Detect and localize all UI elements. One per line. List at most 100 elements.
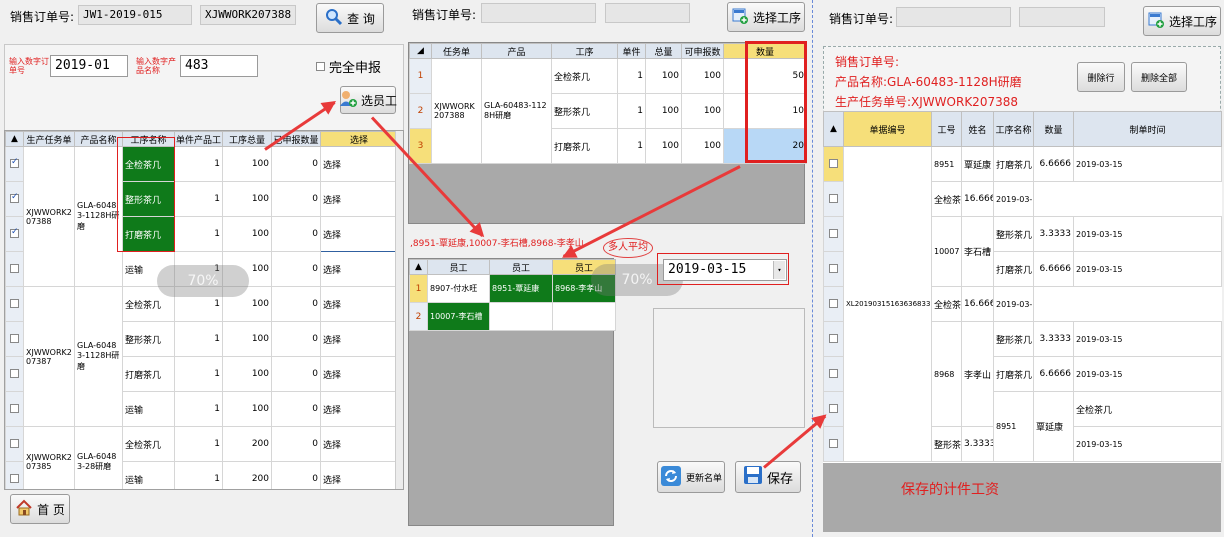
row-checkbox-cell[interactable] (5, 391, 24, 427)
row-selector-header: ▲ (5, 131, 24, 147)
col-proc-name: 工序名称 (993, 111, 1034, 147)
vertical-scrollbar[interactable] (395, 131, 403, 489)
process-cell[interactable]: 全检茶几 (122, 426, 175, 462)
row-checkbox-cell[interactable] (5, 216, 24, 252)
col-mid-unit: 单件 (617, 43, 646, 59)
row-checkbox-cell[interactable] (5, 181, 24, 217)
record-checkbox[interactable] (829, 194, 838, 203)
right-task-field[interactable] (1019, 7, 1105, 27)
order-number-field[interactable]: JW1-2019-015 (78, 5, 192, 25)
record-checkbox[interactable] (829, 159, 838, 168)
record-checkbox-cell[interactable] (823, 356, 844, 392)
row-checkbox-cell[interactable] (5, 251, 24, 287)
home-button[interactable]: 首 页 (10, 494, 70, 524)
row-checkbox-cell[interactable] (5, 356, 24, 392)
mid-task-field[interactable] (605, 3, 690, 23)
complete-checkbox[interactable] (316, 62, 325, 71)
record-checkbox-cell[interactable] (823, 426, 844, 462)
staff-row[interactable]: 2 10007-李石槽 (409, 302, 616, 331)
select-cell[interactable]: 选择 (320, 216, 398, 252)
product-input[interactable]: 483 (180, 55, 258, 77)
row-checkbox[interactable] (10, 334, 19, 343)
task-number-field[interactable]: XJWWORK207388 (200, 5, 296, 25)
select-cell[interactable]: 选择 (320, 286, 398, 322)
process-cell[interactable]: 运输 (122, 391, 175, 427)
col-product: 产品名称 (74, 131, 123, 147)
staff-cell[interactable]: 10007-李石槽 (427, 302, 490, 331)
select-cell[interactable]: 选择 (320, 251, 398, 287)
record-row[interactable]: XL20190315163636833 8951 覃延康 打磨茶几 6.6666 2019… (823, 146, 1222, 462)
select-cell[interactable]: 选择 (320, 321, 398, 357)
record-checkbox-cell[interactable] (823, 146, 844, 182)
record-checkbox-cell[interactable] (823, 181, 844, 217)
staff-row[interactable]: 1 8907-付水旺 8951-覃延康 8968-李孝山 (409, 274, 616, 303)
total-cell: 100 (222, 216, 272, 252)
col-mid-total: 总量 (645, 43, 682, 59)
order-input[interactable]: 2019-01 (50, 55, 128, 77)
task-row[interactable]: XJWWORK207385 GLA-60483-28研磨 全检茶几 1 200 0 选择 (5, 426, 398, 489)
staff-cell[interactable] (552, 302, 616, 331)
record-checkbox-cell[interactable] (823, 216, 844, 252)
record-checkbox-cell[interactable] (823, 286, 844, 322)
row-checkbox[interactable] (10, 439, 19, 448)
row-checkbox[interactable] (10, 157, 19, 168)
emp-no-cell: 10007 (931, 216, 962, 287)
record-time-cell: 2019-03-15 (1073, 146, 1222, 182)
row-checkbox-cell[interactable] (5, 146, 24, 182)
mid-select-process-button[interactable]: 选择工序 (727, 2, 805, 32)
search-button[interactable]: 查 询 (316, 3, 384, 33)
row-checkbox-cell[interactable] (5, 461, 24, 489)
select-staff-button[interactable]: 选员工 (340, 86, 397, 114)
row-checkbox[interactable] (10, 227, 19, 238)
row-checkbox[interactable] (10, 369, 19, 378)
record-checkbox[interactable] (829, 439, 838, 448)
record-time-cell: 2019-03-15 (1073, 216, 1222, 252)
record-checkbox[interactable] (829, 404, 838, 413)
record-checkbox-cell[interactable] (823, 251, 844, 287)
task-grid-header: ▲ 生产任务单 产品名称 工序名称 单件产品工 工序总量 已申报数量 选择 (5, 131, 398, 147)
mid-order-field[interactable] (481, 3, 596, 23)
staff-cell[interactable] (489, 302, 553, 331)
date-picker[interactable]: 2019-03-15 ▾ (663, 259, 787, 281)
process-cell[interactable]: 运输 (122, 461, 175, 489)
delete-all-button[interactable]: 删除全部 (1131, 62, 1187, 92)
process-cell[interactable]: 打磨茶几 (122, 356, 175, 392)
staff-cell[interactable]: 8951-覃延康 (489, 274, 553, 303)
row-checkbox[interactable] (10, 404, 19, 413)
record-checkbox[interactable] (829, 264, 838, 273)
row-checkbox-cell[interactable] (5, 426, 24, 462)
delete-row-button[interactable]: 删除行 (1077, 62, 1125, 92)
record-checkbox[interactable] (829, 369, 838, 378)
proc-row-selector-header: ◢ (409, 43, 432, 59)
declared-cell: 0 (271, 251, 321, 287)
right-panel: 销售订单号: 选择工序 销售订单号: 产品名称:GLA-60483-1128H研… (812, 0, 1224, 537)
record-checkbox[interactable] (829, 229, 838, 238)
row-checkbox-cell[interactable] (5, 286, 24, 322)
record-checkbox[interactable] (829, 334, 838, 343)
select-cell[interactable]: 选择 (320, 356, 398, 392)
process-cell[interactable]: 整形茶几 (122, 321, 175, 357)
row-checkbox[interactable] (10, 264, 19, 273)
staff-cell[interactable]: 8907-付水旺 (427, 274, 490, 303)
row-checkbox-cell[interactable] (5, 321, 24, 357)
task-row[interactable]: XJWWORK207388GLA-60483-1128H研磨全检茶几11000选… (5, 146, 398, 287)
right-select-process-button[interactable]: 选择工序 (1143, 6, 1221, 36)
row-checkbox[interactable] (10, 299, 19, 308)
select-cell[interactable]: 选择 (320, 146, 398, 182)
select-cell[interactable]: 选择 (320, 181, 398, 217)
total-cell: 100 (222, 356, 272, 392)
row-checkbox[interactable] (10, 474, 19, 483)
col-mid-avail: 可申报数 (681, 43, 724, 59)
record-proc-cell: 整形茶几 (993, 216, 1034, 252)
staff-grid: ▲ 员工 员工 员工 1 8907-付水旺 8951-覃延康 8968-李孝山 2 100… (409, 259, 616, 331)
select-cell[interactable]: 选择 (320, 391, 398, 427)
select-cell[interactable]: 选择 (320, 426, 398, 462)
right-order-field[interactable] (896, 7, 1011, 27)
record-checkbox[interactable] (829, 299, 838, 308)
dropdown-arrow-icon[interactable]: ▾ (773, 261, 785, 279)
refresh-list-button[interactable]: 更新名单 (657, 461, 725, 493)
row-checkbox[interactable] (10, 192, 19, 203)
record-checkbox-cell[interactable] (823, 321, 844, 357)
select-cell[interactable]: 选择 (320, 461, 398, 489)
doc-no-cell: XL20190315163636833 (843, 146, 932, 462)
